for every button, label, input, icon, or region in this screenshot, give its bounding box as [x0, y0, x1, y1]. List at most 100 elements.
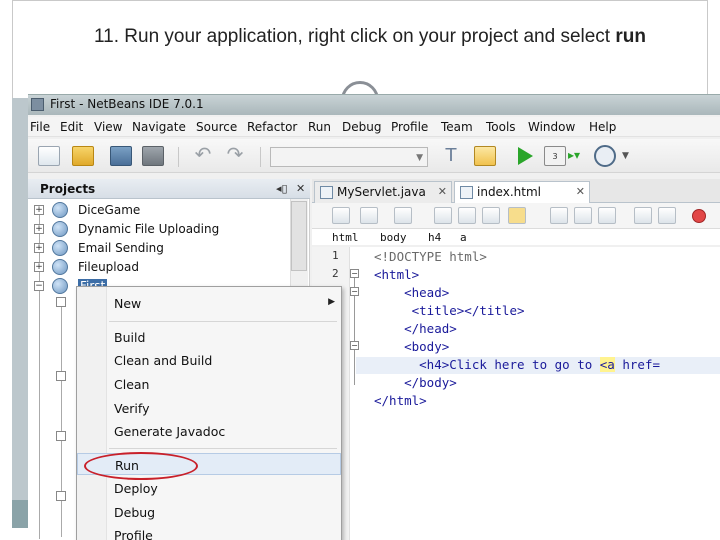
menu-profile[interactable]: Profile: [391, 120, 428, 134]
shift-right-icon[interactable]: [658, 207, 676, 224]
shift-left-icon[interactable]: [634, 207, 652, 224]
toolbar-separator: [260, 147, 261, 167]
menu-debug[interactable]: Debug: [342, 120, 381, 134]
line-number: 2: [332, 267, 339, 280]
menu-source[interactable]: Source: [196, 120, 237, 134]
menu-team[interactable]: Team: [441, 120, 473, 134]
web-project-globe-icon: [52, 240, 68, 256]
menu-help[interactable]: Help: [589, 120, 616, 134]
next-bookmark-icon[interactable]: [574, 207, 592, 224]
debug-dropdown-icon[interactable]: ▸▾: [568, 148, 580, 168]
projects-panel-title: Projects: [40, 182, 96, 196]
menu-item-profile[interactable]: Profile: [77, 524, 341, 540]
new-project-icon[interactable]: [72, 146, 94, 166]
new-file-icon[interactable]: [38, 146, 60, 166]
menu-refactor[interactable]: Refactor: [247, 120, 297, 134]
expand-plus-icon[interactable]: +: [34, 224, 44, 234]
close-panel-icon[interactable]: ✕: [296, 182, 305, 195]
profile-dropdown-icon[interactable]: ▼: [622, 151, 632, 171]
menubar: File Edit View Navigate Source Refactor …: [28, 117, 720, 137]
code-line: <head>: [374, 285, 450, 300]
find-icon[interactable]: [434, 207, 452, 224]
tab-label: index.html: [477, 185, 541, 199]
tab-myservlet-java[interactable]: MyServlet.java ✕: [314, 181, 452, 203]
window-titlebar[interactable]: First - NetBeans IDE 7.0.1: [28, 95, 720, 115]
find-next-icon[interactable]: [482, 207, 500, 224]
forward-icon[interactable]: [394, 207, 412, 224]
projects-scrollbar-thumb[interactable]: [291, 201, 307, 271]
subnode-expander-icon[interactable]: [56, 431, 66, 441]
menu-edit[interactable]: Edit: [60, 120, 83, 134]
close-tab-icon[interactable]: ✕: [576, 185, 585, 198]
menu-item-deploy[interactable]: Deploy: [77, 477, 341, 499]
menu-window[interactable]: Window: [528, 120, 575, 134]
toolbar-separator: [178, 147, 179, 167]
project-item-dynamic-file-uploading[interactable]: + Dynamic File Uploading: [28, 220, 310, 239]
menu-item-build[interactable]: Build: [77, 326, 341, 348]
menu-item-clean[interactable]: Clean: [77, 373, 341, 395]
menu-item-label: Verify: [114, 401, 150, 416]
debug-project-icon[interactable]: 3: [544, 146, 566, 166]
collapse-minus-icon[interactable]: −: [34, 281, 44, 291]
tab-index-html[interactable]: index.html ✕: [454, 181, 590, 203]
build-hammer-icon[interactable]: T: [440, 146, 462, 166]
expand-plus-icon[interactable]: +: [34, 243, 44, 253]
save-all-icon[interactable]: [142, 146, 164, 166]
menu-navigate[interactable]: Navigate: [132, 120, 186, 134]
toggle-bookmark-icon[interactable]: [598, 207, 616, 224]
profile-project-icon[interactable]: [594, 145, 616, 167]
submenu-arrow-icon: ▶: [328, 297, 335, 307]
menu-file[interactable]: File: [30, 120, 50, 134]
menu-separator: [109, 448, 337, 449]
fold-collapse-icon[interactable]: −: [350, 341, 359, 350]
subnode-expander-icon[interactable]: [56, 371, 66, 381]
netbeans-app-icon: [31, 98, 44, 111]
menu-item-new[interactable]: New ▶: [77, 292, 341, 314]
configuration-combo[interactable]: ▼: [270, 147, 428, 167]
project-item-dicegame[interactable]: + DiceGame: [28, 201, 310, 220]
matched-tag-highlight: <a: [599, 357, 615, 372]
expand-plus-icon[interactable]: +: [34, 262, 44, 272]
run-project-icon[interactable]: [514, 146, 534, 166]
clean-build-icon[interactable]: [474, 146, 496, 166]
menu-item-generate-javadoc[interactable]: Generate Javadoc: [77, 420, 341, 442]
code-line: <html>: [374, 267, 420, 282]
project-item-email-sending[interactable]: + Email Sending: [28, 239, 310, 258]
menu-item-verify[interactable]: Verify: [77, 397, 341, 419]
menu-item-debug[interactable]: Debug: [77, 501, 341, 523]
project-label: Email Sending: [78, 241, 164, 255]
toggle-highlight-icon[interactable]: [508, 207, 526, 224]
menu-view[interactable]: View: [94, 120, 122, 134]
stop-macro-icon[interactable]: [692, 209, 706, 223]
menu-item-clean-and-build[interactable]: Clean and Build: [77, 349, 341, 371]
redo-icon[interactable]: ↷: [224, 143, 246, 165]
previous-bookmark-icon[interactable]: [550, 207, 568, 224]
subnode-expander-icon[interactable]: [56, 297, 66, 307]
fold-collapse-icon[interactable]: −: [350, 269, 359, 278]
breadcrumb-item[interactable]: body: [380, 231, 407, 244]
breadcrumb-item[interactable]: html: [332, 231, 359, 244]
menu-item-label: Clean and Build: [114, 353, 213, 368]
menu-item-run[interactable]: Run: [77, 453, 341, 475]
open-project-icon[interactable]: [110, 146, 132, 166]
menu-run[interactable]: Run: [308, 120, 331, 134]
close-tab-icon[interactable]: ✕: [438, 185, 447, 198]
history-icon[interactable]: [360, 207, 378, 224]
slide-title-bold: run: [615, 26, 646, 47]
minimize-panel-icon[interactable]: ◂▯: [276, 182, 288, 195]
breadcrumb-item[interactable]: a: [460, 231, 467, 244]
subnode-expander-icon[interactable]: [56, 491, 66, 501]
project-item-fileupload[interactable]: + Fileupload: [28, 258, 310, 277]
expand-plus-icon[interactable]: +: [34, 205, 44, 215]
breadcrumb-item[interactable]: h4: [428, 231, 441, 244]
find-previous-icon[interactable]: [458, 207, 476, 224]
undo-icon[interactable]: ↶: [192, 143, 214, 165]
fold-collapse-icon[interactable]: −: [350, 287, 359, 296]
editor-toolbar: [312, 203, 720, 229]
back-icon[interactable]: [332, 207, 350, 224]
code-editor[interactable]: 1 2 3 4 5 6 7 8 9 0 − − − <!DOCTYPE html…: [312, 247, 720, 540]
menu-item-label: New: [114, 296, 142, 311]
menu-tools[interactable]: Tools: [486, 120, 516, 134]
project-label: Dynamic File Uploading: [78, 222, 220, 236]
menu-item-label: Clean: [114, 377, 150, 392]
